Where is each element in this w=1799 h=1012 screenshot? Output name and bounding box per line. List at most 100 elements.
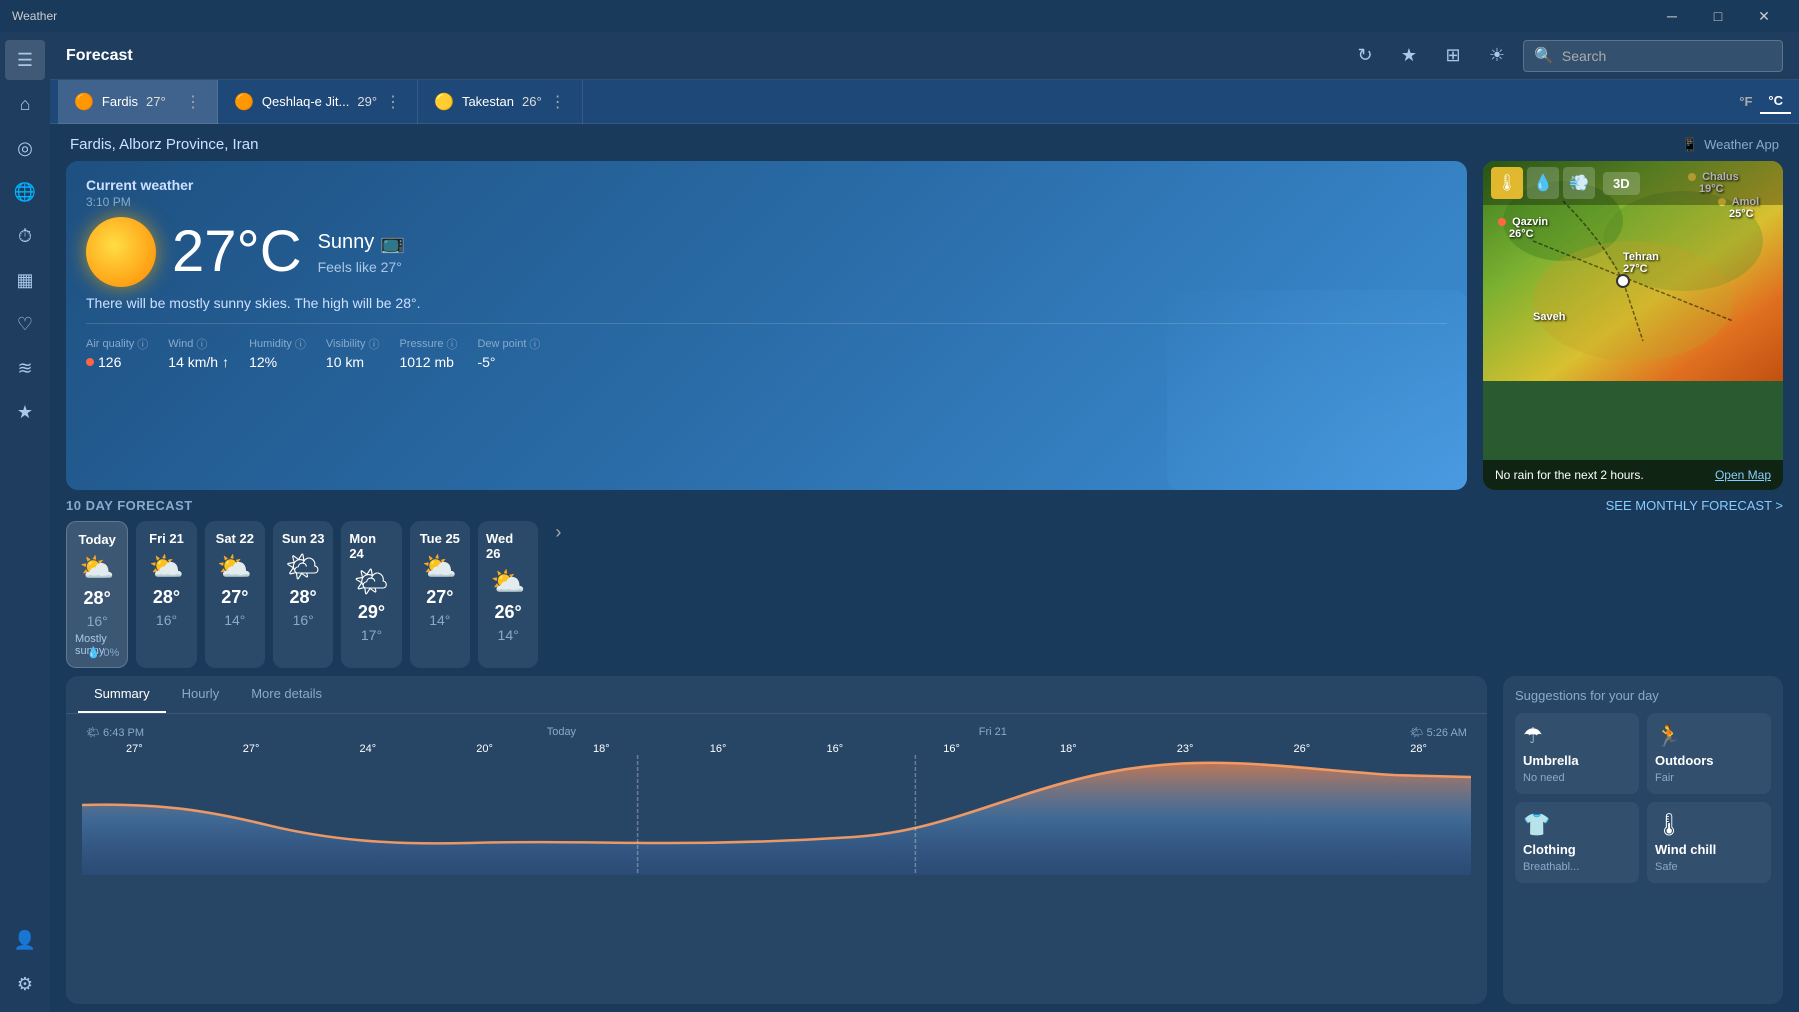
sidebar-item-history[interactable]: ⏱ — [5, 216, 45, 256]
suggestion-wind-chill[interactable]: 🌡 Wind chill Safe — [1647, 802, 1771, 883]
qazvin-name: Qazvin — [1512, 216, 1548, 228]
favorite-button[interactable]: ★ — [1391, 38, 1427, 74]
forecast-next-button[interactable]: › — [546, 521, 570, 545]
sidebar-item-waves[interactable]: ≋ — [5, 348, 45, 388]
temp-label-8: 18° — [1060, 743, 1077, 755]
feels-like: Feels like 27° — [318, 259, 406, 275]
stat-dew-point: Dew point ⓘ -5° — [477, 336, 540, 370]
sidebar-item-location[interactable]: ◎ — [5, 128, 45, 168]
display-settings-button[interactable]: ☀ — [1479, 38, 1515, 74]
sidebar-item-settings[interactable]: ⚙ — [5, 964, 45, 1004]
air-quality-label: Air quality ⓘ — [86, 336, 148, 352]
pressure-label: Pressure ⓘ — [399, 336, 457, 352]
location-tab-fardis[interactable]: 🟠 Fardis 27° ⋮ — [58, 80, 218, 124]
map-3d-button[interactable]: 3D — [1603, 172, 1640, 195]
see-monthly-button[interactable]: SEE MONTHLY FORECAST > — [1606, 498, 1783, 513]
forecast-card-today[interactable]: Today ⛅ 28° 16° Mostly sunny 💧 0% — [66, 521, 128, 668]
sidebar-item-favorites[interactable]: ★ — [5, 392, 45, 432]
info-icon-humidity[interactable]: ⓘ — [295, 336, 306, 352]
forecast-card-mon24[interactable]: Mon 24 🌤 29° 17° — [341, 521, 401, 668]
umbrella-icon: ☂ — [1523, 723, 1631, 749]
suggestion-umbrella[interactable]: ☂ Umbrella No need — [1515, 713, 1639, 794]
forecast-card-wed26[interactable]: Wed 26 ⛅ 26° 14° — [478, 521, 538, 668]
feels-like-temp: 27° — [381, 259, 402, 275]
refresh-button[interactable]: ↻ — [1347, 38, 1383, 74]
no-rain-text: No rain for the next 2 hours. — [1495, 468, 1644, 482]
forecast-card-fri21[interactable]: Fri 21 ⛅ 28° 16° — [136, 521, 196, 668]
info-icon-pressure[interactable]: ⓘ — [446, 336, 457, 352]
forecast-day-fri21: Fri 21 — [149, 531, 184, 546]
chart-tab-summary[interactable]: Summary — [78, 676, 166, 713]
minimize-button[interactable]: ─ — [1649, 0, 1695, 32]
info-icon-dew[interactable]: ⓘ — [529, 336, 540, 352]
map-footer: No rain for the next 2 hours. Open Map — [1483, 460, 1783, 490]
fri21-divider: Fri 21 — [979, 726, 1007, 739]
sidebar-item-globe[interactable]: 🌐 — [5, 172, 45, 212]
search-input[interactable] — [1562, 48, 1772, 64]
info-icon-wind[interactable]: ⓘ — [196, 336, 207, 352]
content-area: Fardis, Alborz Province, Iran 📱 Weather … — [50, 124, 1799, 1012]
forecast-card-sun23[interactable]: Sun 23 🌤 28° 16° — [273, 521, 333, 668]
tab-name-qeshlaq: Qeshlaq-e Jit... — [262, 94, 349, 109]
location-tabs: 🟠 Fardis 27° ⋮ 🟠 Qeshlaq-e Jit... 29° ⋮ … — [50, 80, 1799, 124]
unit-celsius-button[interactable]: °C — [1760, 89, 1791, 114]
tab-menu-qeshlaq[interactable]: ⋮ — [385, 92, 401, 112]
close-button[interactable]: ✕ — [1741, 0, 1787, 32]
chart-svg-wrapper — [66, 755, 1487, 875]
forecast-day-wed26: Wed 26 — [486, 531, 530, 561]
info-icon-visibility[interactable]: ⓘ — [368, 336, 379, 352]
map-wind-button[interactable]: 💨 — [1563, 167, 1595, 199]
current-weather-title: Current weather — [86, 177, 1447, 193]
clothing-name: Clothing — [1523, 842, 1631, 857]
map-temp-button[interactable]: 🌡 — [1491, 167, 1523, 199]
forecast-low-sat22: 14° — [224, 612, 245, 628]
titlebar: Weather ─ □ ✕ — [0, 0, 1799, 32]
current-weather-time: 3:10 PM — [86, 195, 1447, 209]
sidebar-item-menu[interactable]: ☰ — [5, 40, 45, 80]
maximize-button[interactable]: □ — [1695, 0, 1741, 32]
tab-name-fardis: Fardis — [102, 94, 138, 109]
tab-menu-fardis[interactable]: ⋮ — [185, 92, 201, 112]
forecast-day-mon24: Mon 24 — [349, 531, 393, 561]
temp-label-1: 27° — [243, 743, 260, 755]
search-box[interactable]: 🔍 — [1523, 40, 1783, 72]
dew-point-label: Dew point ⓘ — [477, 336, 540, 352]
unit-fahrenheit-button[interactable]: °F — [1731, 90, 1760, 113]
pin-button[interactable]: ⊞ — [1435, 38, 1471, 74]
amol-temp: 25°C — [1729, 208, 1754, 220]
current-condition: Sunny 📺 Feels like 27° — [318, 230, 406, 275]
forecast-icon-mon24: 🌤 — [354, 565, 390, 598]
forecast-icon-sat22: ⛅ — [217, 550, 252, 583]
suggestion-outdoors[interactable]: 🏃 Outdoors Fair — [1647, 713, 1771, 794]
sidebar-item-health[interactable]: ♡ — [5, 304, 45, 344]
chart-tab-hourly[interactable]: Hourly — [166, 676, 236, 713]
wind-label: Wind ⓘ — [168, 336, 229, 352]
sidebar-item-home[interactable]: ⌂ — [5, 84, 45, 124]
map-rain-button[interactable]: 💧 — [1527, 167, 1559, 199]
clothing-status: Breathabl... — [1523, 861, 1631, 873]
main-content: Forecast ↻ ★ ⊞ ☀ 🔍 🟠 Fardis 27° ⋮ 🟠 Qesh… — [50, 32, 1799, 1012]
current-temperature: 27°C — [172, 223, 302, 281]
suggestion-clothing[interactable]: 👕 Clothing Breathabl... — [1515, 802, 1639, 883]
sidebar-item-calendar[interactable]: ▦ — [5, 260, 45, 300]
location-tab-qeshlaq[interactable]: 🟠 Qeshlaq-e Jit... 29° ⋮ — [218, 80, 418, 124]
forecast-card-sat22[interactable]: Sat 22 ⛅ 27° 14° — [205, 521, 265, 668]
unit-toggle: °F °C — [1731, 89, 1791, 114]
forecast-icon-tue25: ⛅ — [422, 550, 457, 583]
weather-stats: Air quality ⓘ 126 Wind ⓘ — [86, 323, 1447, 370]
temp-label-3: 20° — [476, 743, 493, 755]
sidebar-item-account[interactable]: 👤 — [5, 920, 45, 960]
qazvin-dot — [1498, 218, 1506, 226]
open-map-link[interactable]: Open Map — [1715, 468, 1771, 482]
sunset-marker: 🌤 6:43 PM — [86, 726, 144, 739]
forecast-card-tue25[interactable]: Tue 25 ⛅ 27° 14° — [410, 521, 470, 668]
tab-menu-takestan[interactable]: ⋮ — [550, 92, 566, 112]
outdoors-status: Fair — [1655, 772, 1763, 784]
tab-weather-icon-fardis: 🟠 — [74, 92, 94, 112]
location-tab-takestan[interactable]: 🟡 Takestan 26° ⋮ — [418, 80, 583, 124]
chart-tab-more-details[interactable]: More details — [235, 676, 338, 713]
wind-value: 14 km/h ↑ — [168, 354, 229, 370]
info-icon[interactable]: ⓘ — [137, 336, 148, 352]
umbrella-name: Umbrella — [1523, 753, 1631, 768]
weather-app-link[interactable]: 📱 Weather App — [1682, 137, 1779, 153]
